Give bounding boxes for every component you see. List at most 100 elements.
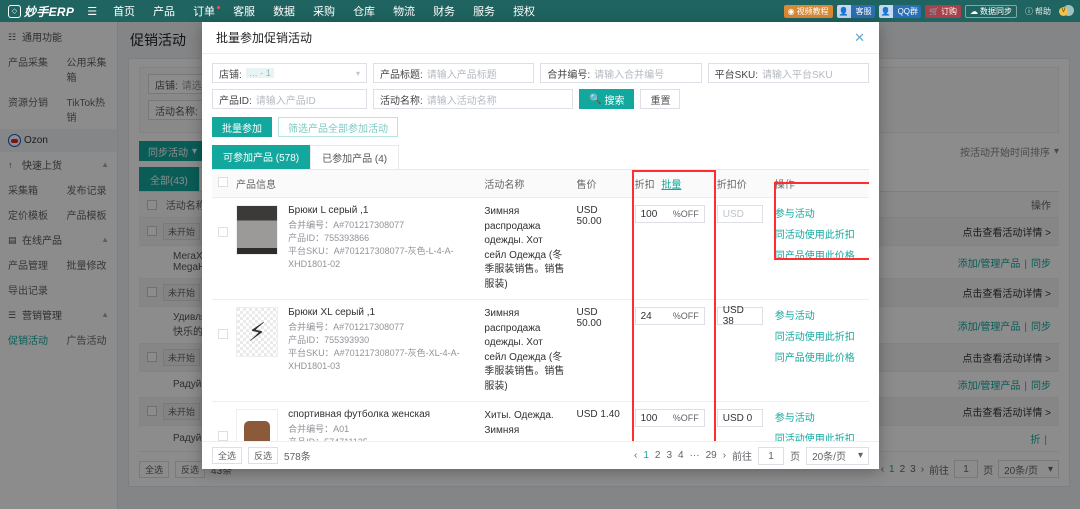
row-checkbox[interactable] <box>218 227 228 237</box>
batch-join-promotion-dialog: 批量参加促销活动 ✕ 店铺: … - 1 ▾ 产品标题: 请输入产品标题 合并编… <box>202 22 879 469</box>
discount-price-cell: USD <box>710 197 769 300</box>
operation-cell: 参与活动同活动使用此折扣同产品使用此价格 <box>768 401 869 441</box>
chevron-right-icon[interactable]: › <box>723 450 726 461</box>
page-last[interactable]: 29 <box>706 450 717 461</box>
notification-dot-icon <box>217 6 221 9</box>
same-activity-discount-link[interactable]: 同活动使用此折扣 <box>775 430 863 441</box>
chevron-left-icon[interactable]: ‹ <box>634 450 637 461</box>
nav-item-10[interactable]: 授权 <box>504 3 544 19</box>
cloud-icon: ☁ <box>970 6 978 16</box>
nav-item-7[interactable]: 物流 <box>384 3 424 19</box>
chevron-down-icon: ▾ <box>857 450 863 461</box>
help-button[interactable]: ⓘ 帮助 <box>1021 5 1055 18</box>
tab-available-products[interactable]: 可参加产品 (578) <box>212 145 311 169</box>
activity-name-cell: Зимняя распродажа одежды. Хот сейл Одежд… <box>478 197 571 300</box>
pants-gray-thumb <box>237 206 278 254</box>
select-all-button[interactable]: 全选 <box>212 447 243 464</box>
nav-item-label: 产品 <box>153 6 176 18</box>
nav-item-3[interactable]: 客服 <box>224 3 264 19</box>
discount-input[interactable]: 100 %OFF <box>634 409 705 427</box>
discount-price-input[interactable]: USD 38 <box>716 305 763 327</box>
discount-price-input[interactable]: USD 0 <box>716 409 763 427</box>
select-all-checkbox[interactable] <box>218 177 228 187</box>
same-activity-discount-link[interactable]: 同活动使用此折扣 <box>775 328 863 343</box>
pagination-ellipsis: ··· <box>689 450 700 461</box>
page-unit-label: 页 <box>790 452 801 463</box>
col-price: 售价 <box>570 170 629 198</box>
filter-all-join-button[interactable]: 筛选产品全部参加活动 <box>278 117 398 137</box>
row-checkbox[interactable] <box>218 431 228 441</box>
close-icon[interactable]: ✕ <box>854 31 865 44</box>
discount-input[interactable]: 100 %OFF <box>634 205 705 223</box>
product-info-cell: Брюки L серый ,1 合并编号：A#701217308077 产品ID：… <box>282 197 479 300</box>
row-checkbox-cell <box>212 299 231 402</box>
page-3[interactable]: 3 <box>666 450 672 461</box>
discount-price-input[interactable]: USD <box>716 205 763 223</box>
dialog-header: 批量参加促销活动 ✕ <box>202 22 879 54</box>
product-merge-no: 合并编号：A#701217308077 <box>288 322 405 332</box>
page-size-select[interactable]: 20条/页 ▾ <box>806 446 869 465</box>
product-merge-no: 合并编号：A01 <box>288 424 350 434</box>
nav-item-0[interactable]: 首页 <box>104 3 144 19</box>
goto-label: 前往 <box>732 452 753 463</box>
tab-joined-products[interactable]: 已参加产品 (4) <box>310 145 400 169</box>
qq-group-button[interactable]: 👤 QQ群 <box>878 4 922 18</box>
activity-name-input[interactable]: 活动名称: 请输入活动名称 <box>373 89 573 109</box>
nav-item-1[interactable]: 产品 <box>144 3 184 19</box>
brand-name: 妙手ERP <box>24 4 75 19</box>
nav-item-label: 仓库 <box>353 6 376 18</box>
join-activity-link[interactable]: 参与活动 <box>775 307 863 322</box>
product-merge-no: 合并编号：A#701217308077 <box>288 220 405 230</box>
cart-icon: 🛒 <box>929 6 939 16</box>
dialog-footer: 全选 反选 578条 ‹ 1 2 3 4 ··· 29 › 前往 1 页 20条… <box>202 441 879 469</box>
discount-price-cell: USD 0 <box>710 401 769 441</box>
nav-item-6[interactable]: 仓库 <box>344 3 384 19</box>
same-product-price-link[interactable]: 同产品使用此价格 <box>775 349 863 364</box>
support-button[interactable]: 👤 客服 <box>836 4 875 18</box>
product-title: спортивная футболка женская <box>288 409 431 420</box>
col-operation: 操作 <box>768 170 869 198</box>
discount-cell: 24 %OFF <box>628 299 711 402</box>
chevron-down-icon: ▾ <box>355 68 360 78</box>
invert-selection-button[interactable]: 反选 <box>248 447 279 464</box>
product-title-input[interactable]: 产品标题: 请输入产品标题 <box>373 63 535 83</box>
video-tutorial-button[interactable]: ◉ 视频教程 <box>783 4 833 18</box>
brand-logo-area[interactable]: ◇ 妙手ERP <box>0 3 80 20</box>
nav-item-8[interactable]: 财务 <box>424 3 464 19</box>
dialog-search-button[interactable]: 🔍 搜索 <box>579 89 635 109</box>
same-activity-discount-link[interactable]: 同活动使用此折扣 <box>775 226 863 241</box>
table-row: ⚡ Брюки XL серый ,1 合并编号：A#701217308077 产品I… <box>212 299 869 402</box>
header-select-all-checkbox-cell <box>212 170 231 198</box>
store-select[interactable]: 店铺: … - 1 ▾ <box>212 63 367 83</box>
discount-batch-link[interactable]: 批量 <box>661 180 681 191</box>
goto-page-input[interactable]: 1 <box>758 446 785 465</box>
join-activity-link[interactable]: 参与活动 <box>775 205 863 220</box>
nav-item-label: 数据 <box>273 6 296 18</box>
avatar[interactable]: V <box>1059 4 1074 19</box>
nav-item-4[interactable]: 数据 <box>264 3 304 19</box>
batch-join-button[interactable]: 批量参加 <box>212 117 272 137</box>
dialog-reset-button[interactable]: 重置 <box>640 89 681 109</box>
same-product-price-link[interactable]: 同产品使用此价格 <box>775 247 863 262</box>
product-table-wrapper[interactable]: 产品信息 活动名称 售价 折扣 批量 折扣价 操作 Брюки L серый … <box>212 170 869 441</box>
order-button[interactable]: 🛒 订购 <box>925 4 961 18</box>
product-title: Брюки L серый ,1 <box>288 205 369 216</box>
page-2[interactable]: 2 <box>655 450 661 461</box>
nav-item-5[interactable]: 采购 <box>304 3 344 19</box>
data-sync-button[interactable]: ☁ 数据同步 <box>965 4 1017 18</box>
nav-item-label: 授权 <box>513 6 536 18</box>
platform-sku-input[interactable]: 平台SKU: 请输入平台SKU <box>707 63 869 83</box>
row-checkbox[interactable] <box>218 329 228 339</box>
page-4[interactable]: 4 <box>678 450 684 461</box>
hamburger-icon[interactable]: ☰ <box>80 5 104 18</box>
nav-item-label: 服务 <box>473 6 496 18</box>
page-1[interactable]: 1 <box>643 450 649 461</box>
nav-item-2[interactable]: 订单 <box>184 3 224 19</box>
nav-item-9[interactable]: 服务 <box>464 3 504 19</box>
support-avatar-icon: 👤 <box>836 4 851 18</box>
discount-input[interactable]: 24 %OFF <box>634 307 705 325</box>
join-activity-link[interactable]: 参与活动 <box>775 409 863 424</box>
product-info-cell: спортивная футболка женская 合并编号：A01 产品ID：… <box>282 401 479 441</box>
merge-number-input[interactable]: 合并编号: 请输入合并编号 <box>540 63 702 83</box>
product-id-input[interactable]: 产品ID: 请输入产品ID <box>212 89 367 109</box>
